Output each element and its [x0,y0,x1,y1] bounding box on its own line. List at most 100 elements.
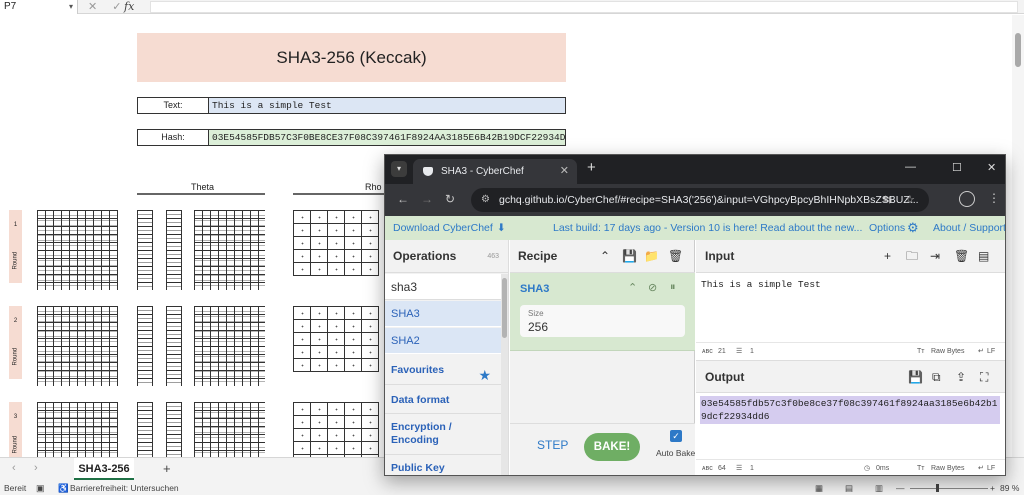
save-icon[interactable]: 💾 [622,240,637,273]
zoom-slider[interactable] [910,488,988,489]
import-file-icon[interactable]: ⇥ [930,240,940,273]
zoom-in-icon[interactable]: + [990,481,995,495]
status-accessibility[interactable]: Barrierefreiheit: Untersuchen [70,481,179,495]
close-tab-icon[interactable]: ✕ [560,159,569,184]
profile-icon[interactable] [959,191,975,207]
recipe-panel: Recipe ⌃ 💾 📁 🗑 SHA3 ⌃ ⊘ ⏸ Size 256 STEP … [510,240,695,475]
chevron-left-icon[interactable]: ‹ [12,462,16,474]
macro-icon[interactable]: ▣ [36,481,45,495]
name-box[interactable]: P7 ▾ [0,0,78,14]
zoom-level[interactable]: 89 % [1000,481,1019,495]
section-theta-line [137,193,265,195]
input-encoding[interactable]: Raw Bytes [931,343,964,361]
scrollbar-thumb[interactable] [502,278,507,338]
zoom-slider-thumb[interactable] [936,484,939,492]
state-grid [37,402,118,457]
size-field[interactable]: Size 256 [520,305,685,337]
operations-scrollbar[interactable] [501,274,508,475]
page-break-icon[interactable]: ▥ [875,481,883,495]
maximize-icon[interactable]: ⛶ [980,361,988,394]
open-folder-icon[interactable]: 🗀 [906,240,918,273]
layout-icon[interactable]: ▤ [978,240,989,273]
pause-icon[interactable]: ⏸ [670,281,676,294]
operations-search-input[interactable]: sha3 [385,274,501,300]
tab-search-icon[interactable]: ▾ [391,161,407,177]
output-eol[interactable]: LF [987,460,995,475]
formula-bar: P7 ▾ ✕ ✓ fx [0,0,1024,14]
sheet-tab-sha3-256[interactable]: SHA3-256 [74,458,134,480]
auto-bake-checkbox[interactable]: ✓ [670,430,682,442]
clock-icon: ◷ [864,465,871,472]
chevron-up-icon[interactable]: ⌃ [600,240,610,273]
output-text[interactable]: 03e54585fdb57c3f0be8ce37f08c397461f8924a… [701,397,1001,423]
category-public-key[interactable]: Public Key [385,456,501,475]
fx-icon[interactable]: fx [124,0,134,14]
tab-title: SHA3 - CyberChef [441,166,524,177]
state-grid [194,306,265,386]
hash-value-cell[interactable]: 03E54585FDB57C3F0BE8CE37F08C397461F8924A… [208,129,566,146]
text-format-icon[interactable]: Tт [917,460,924,475]
chef-hat-icon [423,167,433,176]
size-value: 256 [528,320,549,334]
input-eol[interactable]: LF [987,343,995,361]
column-grid [166,402,182,457]
state-grid [194,402,265,457]
url-field[interactable]: ⚙ gchq.github.io/CyberChef/#recipe=SHA3(… [471,188,929,212]
new-tab-button[interactable]: + [587,159,596,176]
bookmark-star-icon[interactable]: ☆ [905,188,915,212]
download-link[interactable]: Download CyberChef ⬇ [393,216,506,240]
recipe-operation-sha3[interactable]: SHA3 ⌃ ⊘ ⏸ Size 256 [510,273,695,351]
text-format-icon[interactable]: Tт [917,343,924,361]
disable-icon[interactable]: ⊘ [648,281,657,294]
trash-icon[interactable]: 🗑 [954,240,969,273]
copy-icon[interactable]: ⧉ [932,361,941,394]
column-grid [137,210,153,290]
zoom-out-icon[interactable]: — [896,481,905,495]
input-textarea[interactable]: This is a simple Test [701,278,821,291]
chevron-up-icon[interactable]: ⌃ [628,281,637,294]
more-menu-icon[interactable]: ⋮ [988,191,1000,205]
output-char-count: 64 [718,465,726,472]
chevron-right-icon[interactable]: › [34,462,38,474]
normal-view-icon[interactable]: ▦ [815,481,823,495]
about-link[interactable]: About / Support [933,216,1005,240]
category-encryption-encoding[interactable]: Encryption / Encoding [385,415,501,455]
site-settings-icon[interactable]: ⚙ [481,188,490,212]
browser-window: ▾ SHA3 - CyberChef ✕ + — ☐ ✕ ← → ↻ ⚙ gch… [384,154,1006,476]
close-window-button[interactable]: ✕ [987,161,996,174]
bake-button[interactable]: BAKE! [584,433,640,461]
column-grid [166,306,182,386]
maximize-button[interactable]: ☐ [952,161,962,174]
options-link[interactable]: Options [869,216,905,240]
operation-result-sha2[interactable]: SHA2 [385,328,501,354]
state-grid [37,306,118,386]
forward-icon[interactable]: → [421,192,433,206]
abc-icon: ᴀʙᴄ [702,348,713,355]
chevron-down-icon[interactable]: ▾ [69,0,73,14]
formula-tools[interactable]: ✕ ✓ [88,0,128,14]
trash-icon[interactable]: 🗑 [668,240,683,273]
folder-icon[interactable]: 📁 [644,240,659,273]
browser-tab[interactable]: SHA3 - CyberChef ✕ [413,159,577,184]
formula-input[interactable] [150,1,1018,13]
back-icon[interactable]: ← [397,192,409,206]
text-value-cell[interactable]: This is a simple Test [208,97,566,114]
operations-panel: Operations 463 sha3 SHA3 SHA2 Favourites… [385,240,509,475]
minimize-button[interactable]: — [905,161,916,173]
gear-icon[interactable]: ⚙ [907,216,919,240]
output-encoding[interactable]: Raw Bytes [931,460,964,475]
reload-icon[interactable]: ↻ [445,192,455,206]
vertical-scrollbar[interactable] [1012,15,1024,457]
scrollbar-thumb[interactable] [1015,33,1021,67]
add-sheet-button[interactable]: + [163,461,171,476]
replace-input-icon[interactable]: ⇪ [956,361,966,394]
add-input-icon[interactable]: + [884,240,891,273]
translate-icon[interactable]: ⇆ [883,188,892,212]
step-button[interactable]: STEP [537,438,568,452]
save-output-icon[interactable]: 💾 [908,361,923,394]
category-data-format[interactable]: Data format [385,386,501,414]
operation-result-sha3[interactable]: SHA3 [385,301,501,327]
category-favourites[interactable]: Favourites ★ [385,355,501,385]
build-info[interactable]: Last build: 17 days ago - Version 10 is … [553,216,862,240]
page-layout-icon[interactable]: ▤ [845,481,853,495]
